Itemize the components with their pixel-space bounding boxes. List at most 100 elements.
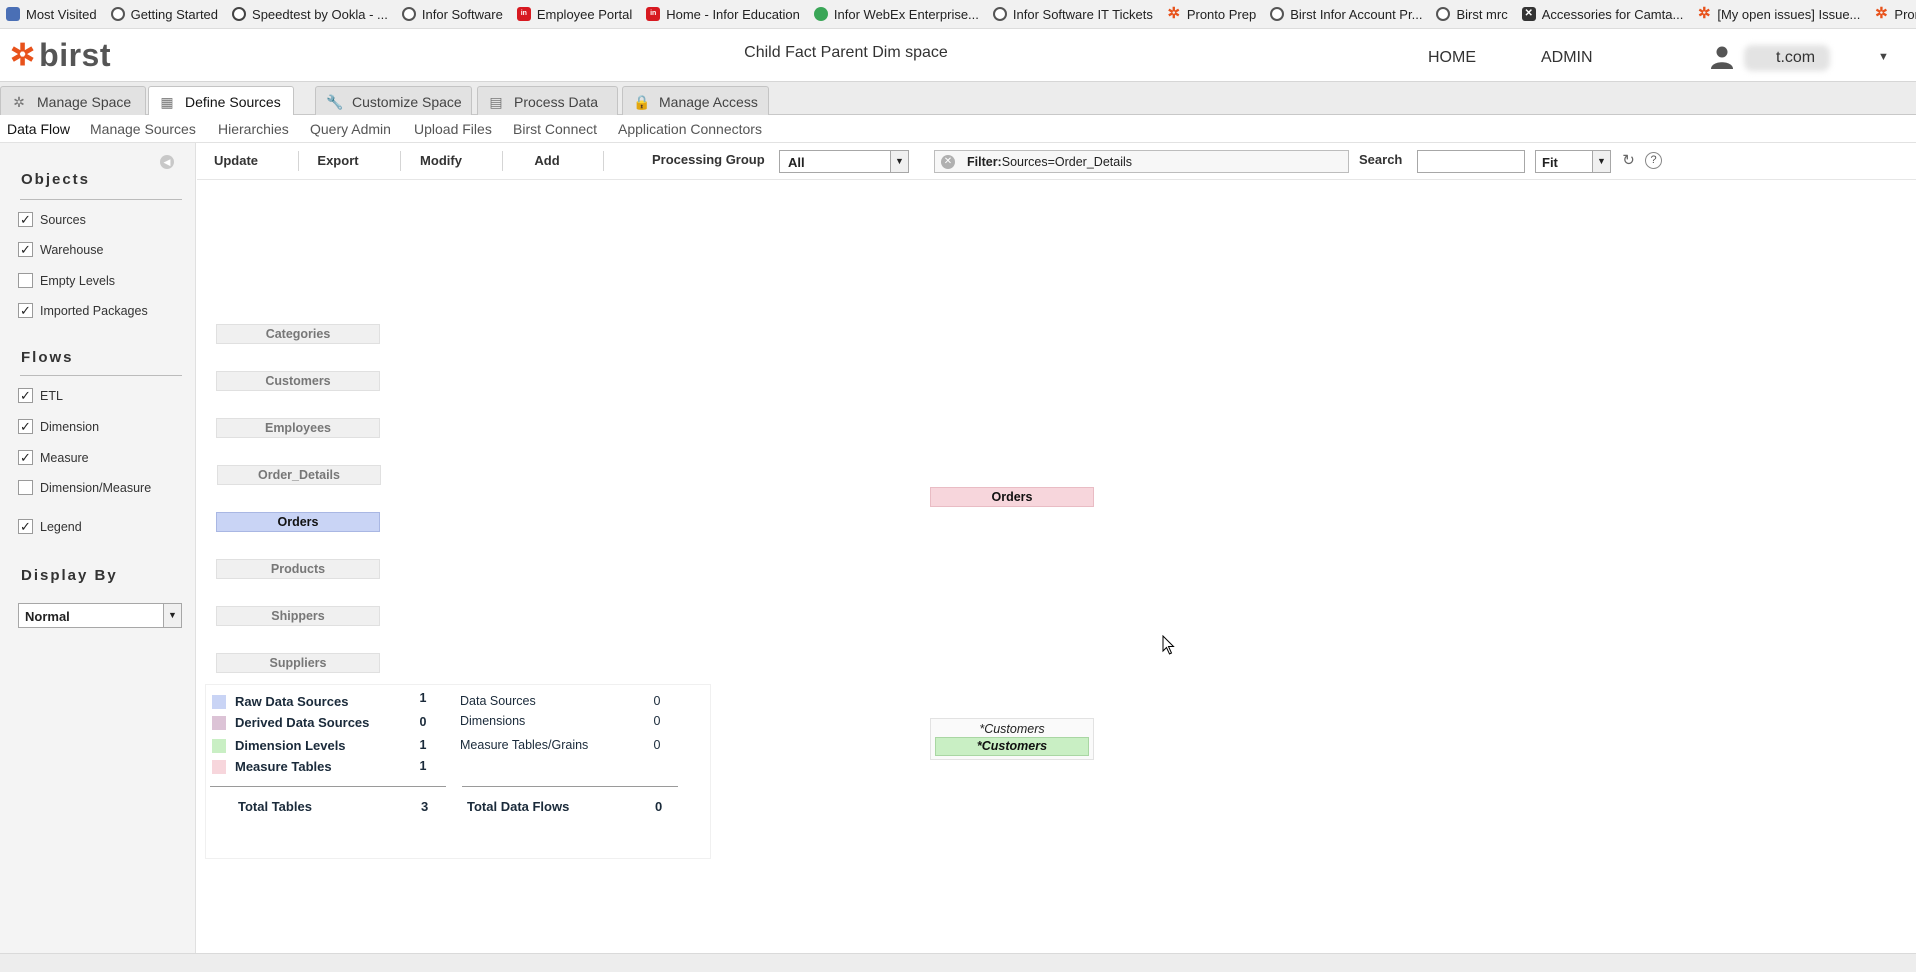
checkbox[interactable]: ✓: [18, 450, 33, 465]
bookmark-item[interactable]: ✲ [My open issues] Issue...: [1697, 6, 1861, 22]
subnav-application-connectors[interactable]: Application Connectors: [618, 121, 762, 137]
legend-count: 1: [419, 691, 427, 705]
bookmarks-bar: Most Visited Getting Started Speedtest by …: [0, 0, 1916, 29]
checkbox-label: Empty Levels: [40, 273, 116, 288]
birst-icon: ✲: [1875, 5, 1888, 22]
checkbox[interactable]: ✓: [18, 419, 33, 434]
mouse-cursor-icon: [1162, 635, 1175, 655]
checkbox[interactable]: [18, 273, 33, 288]
chevron-down-icon[interactable]: ▼: [890, 151, 908, 172]
zoom-fit-select[interactable]: Fit ▼: [1535, 150, 1611, 173]
toolbar-separator: [603, 151, 604, 171]
tab-manage-access[interactable]: 🔒 Manage Access: [622, 86, 769, 116]
update-button[interactable]: Update: [211, 153, 261, 168]
bookmark-label: Pronto QA live: [1894, 6, 1916, 22]
source-node-products[interactable]: Products: [216, 559, 380, 579]
modify-button[interactable]: Modify: [416, 153, 466, 168]
bookmark-label: [My open issues] Issue...: [1717, 6, 1861, 22]
checkbox-label: Dimension: [40, 419, 100, 434]
nav-admin-link[interactable]: ADMIN: [1541, 49, 1593, 67]
legend-swatch: [212, 695, 226, 709]
bookmark-item[interactable]: Birst mrc: [1436, 7, 1508, 22]
subnav-upload-files[interactable]: Upload Files: [414, 121, 492, 137]
bookmark-item[interactable]: ✲ Pronto Prep: [1167, 6, 1257, 22]
clear-filter-icon[interactable]: ✕: [941, 155, 955, 169]
total-data-flows-label: Total Data Flows: [467, 799, 570, 814]
checkbox-label: Dimension/Measure: [40, 480, 152, 495]
checkbox[interactable]: ✓: [18, 303, 33, 318]
tab-define-sources[interactable]: ▦ Define Sources: [148, 86, 294, 117]
bookmark-item[interactable]: Speedtest by Ookla - ...: [232, 7, 388, 22]
checkbox[interactable]: ✓: [18, 388, 33, 403]
collapse-sidebar-icon[interactable]: ◀: [160, 155, 174, 169]
birst-logo[interactable]: ✲ birst: [10, 37, 111, 74]
checkbox-measure[interactable]: ✓ Measure: [18, 450, 89, 465]
tab-customize-space[interactable]: 🔧 Customize Space: [315, 86, 472, 116]
search-input[interactable]: [1417, 150, 1525, 173]
tab-process-data[interactable]: ▤ Process Data: [477, 86, 618, 116]
checkbox[interactable]: ✓: [18, 212, 33, 227]
help-icon[interactable]: ?: [1645, 152, 1662, 169]
measure-table-node-orders[interactable]: Orders: [930, 487, 1094, 507]
legend-count: 0: [653, 738, 661, 752]
checkbox[interactable]: ✓: [18, 519, 33, 534]
checkbox[interactable]: ✓: [18, 242, 33, 257]
subnav-query-admin[interactable]: Query Admin: [310, 121, 391, 137]
data-flow-canvas: Orders *Customers *Customers Raw Data So…: [197, 181, 1916, 953]
bookmark-item[interactable]: Most Visited: [6, 7, 97, 22]
database-icon: ▤: [489, 93, 503, 110]
source-node-orders[interactable]: Orders: [216, 512, 380, 532]
add-button[interactable]: Add: [527, 153, 567, 168]
dimension-level-node-customers[interactable]: *Customers: [935, 737, 1089, 756]
subnav-birst-connect[interactable]: Birst Connect: [513, 121, 597, 137]
checkbox-dimension-measure[interactable]: Dimension/Measure: [18, 480, 151, 495]
source-node-categories[interactable]: Categories: [216, 324, 380, 344]
legend-swatch: [212, 716, 226, 730]
dimension-group-customers[interactable]: *Customers *Customers: [930, 718, 1094, 760]
subnav-data-flow[interactable]: Data Flow: [7, 121, 70, 137]
source-node-employees[interactable]: Employees: [216, 418, 380, 438]
processing-group-value: All: [788, 155, 805, 170]
total-data-flows-count: 0: [655, 799, 663, 814]
refresh-icon[interactable]: ↻: [1620, 152, 1637, 169]
legend-label: Data Sources: [460, 694, 536, 708]
checkbox-label: Measure: [40, 450, 89, 465]
user-icon[interactable]: [1709, 45, 1735, 69]
source-node-order_details[interactable]: Order_Details: [217, 465, 381, 485]
bookmark-item[interactable]: Birst Infor Account Pr...: [1270, 7, 1422, 22]
chevron-down-icon[interactable]: ▼: [163, 604, 181, 627]
export-button[interactable]: Export: [313, 153, 363, 168]
checkbox-empty-levels[interactable]: Empty Levels: [18, 273, 115, 288]
checkbox-legend[interactable]: ✓ Legend: [18, 519, 82, 534]
source-node-shippers[interactable]: Shippers: [216, 606, 380, 626]
subnav-hierarchies[interactable]: Hierarchies: [218, 121, 289, 137]
bookmark-item[interactable]: Infor Software IT Tickets: [992, 7, 1153, 22]
bookmark-item[interactable]: Infor Software: [401, 7, 503, 22]
bookmark-item[interactable]: Infor WebEx Enterprise...: [813, 7, 979, 22]
nav-home-link[interactable]: HOME: [1428, 49, 1476, 67]
bookmark-item[interactable]: ✲ Pronto QA live: [1874, 5, 1916, 22]
bookmark-item[interactable]: in Home - Infor Education: [646, 7, 800, 22]
source-node-customers[interactable]: Customers: [216, 371, 380, 391]
checkbox-sources[interactable]: ✓ Sources: [18, 212, 86, 227]
filter-prefix: Filter:: [967, 155, 1002, 169]
source-node-suppliers[interactable]: Suppliers: [216, 653, 380, 673]
subnav-manage-sources[interactable]: Manage Sources: [90, 121, 196, 137]
chevron-down-icon[interactable]: ▼: [1878, 51, 1889, 63]
bookmark-item[interactable]: ✕ Accessories for Camta...: [1521, 7, 1683, 22]
checkbox[interactable]: [18, 480, 33, 495]
bookmark-label: Employee Portal: [536, 6, 633, 22]
bookmark-item[interactable]: in Employee Portal: [516, 6, 633, 22]
tab-manage-space[interactable]: ✲ Manage Space: [0, 86, 146, 116]
checkbox-etl[interactable]: ✓ ETL: [18, 388, 63, 403]
grid-icon: ▦: [160, 94, 174, 110]
processing-group-select[interactable]: All ▼: [779, 150, 909, 173]
lock-icon: 🔒: [633, 93, 651, 110]
checkbox-imported-packages[interactable]: ✓ Imported Packages: [18, 303, 148, 318]
checkbox-dimension[interactable]: ✓ Dimension: [18, 419, 99, 434]
display-by-select[interactable]: Normal ▼: [18, 603, 182, 628]
bookmark-item[interactable]: Getting Started: [110, 7, 218, 22]
user-name[interactable]: t.com: [1776, 49, 1815, 67]
chevron-down-icon[interactable]: ▼: [1592, 151, 1610, 172]
checkbox-warehouse[interactable]: ✓ Warehouse: [18, 242, 103, 257]
